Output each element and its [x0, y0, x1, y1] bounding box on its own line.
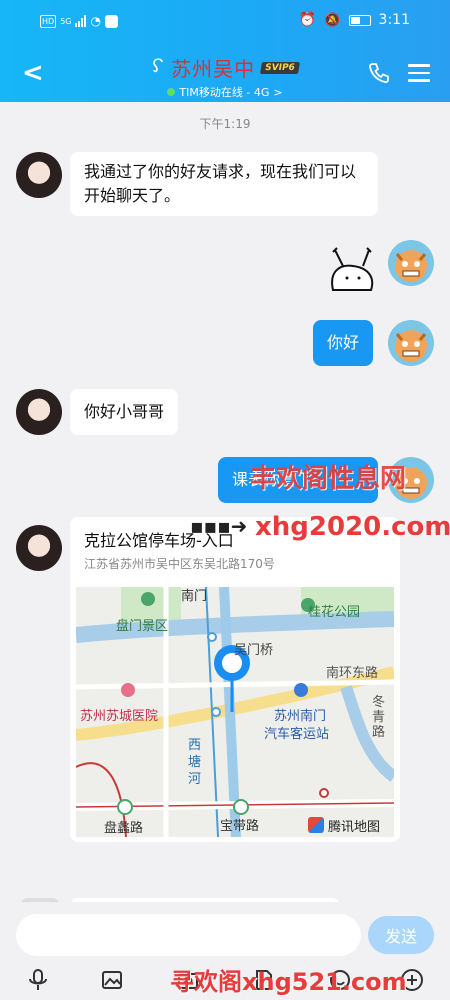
online-dot-icon	[167, 88, 176, 96]
watermark-top: 丰欢阁性息网	[250, 464, 407, 494]
my-avatar[interactable]	[388, 320, 434, 366]
svip-badge: SVIP6	[260, 61, 300, 74]
status-bar: HD 5G ◔ ⏰ 🔕 3:11	[0, 0, 450, 44]
contact-name: 苏州吴中	[171, 57, 256, 81]
map-label: 汽车客运站	[264, 727, 330, 742]
watermark-url: xhg2020.com	[255, 512, 450, 542]
input-bar: 发送 寻欢阁xhg521.com	[0, 902, 450, 1000]
map-label: 苏州南门	[274, 709, 327, 724]
map-label: 盘蠡路	[104, 821, 144, 836]
map-label: 冬青路	[372, 695, 386, 740]
online-status-text: TIM移动在线 - 4G	[179, 86, 270, 99]
message-timestamp: 下午1:19	[199, 117, 251, 131]
sticker-message[interactable]	[325, 242, 380, 297]
blob-sticker-icon	[331, 247, 374, 291]
location-card[interactable]: 克拉公馆停车场-入口 江苏省苏州市吴中区东吴北路170号 南门 盘门景区 桂花公…	[70, 517, 400, 842]
network-type: HD	[40, 14, 57, 28]
top-bar: HD 5G ◔ ⏰ 🔕 3:11 < 苏州吴中 SVIP6 TIM移动在线 - …	[0, 0, 450, 102]
microphone-icon[interactable]	[26, 968, 50, 992]
menu-icon[interactable]	[408, 64, 430, 87]
map-label: 苏州苏城医院	[80, 709, 159, 724]
map-label: 宝带路	[220, 819, 260, 834]
chevron-right-icon: >	[273, 85, 283, 99]
signal-icon	[75, 15, 87, 27]
chat-area[interactable]: 下午1:19 我通过了你的好友请求，现在我们可以开始聊天了。 你好 你好小哥哥 …	[0, 102, 450, 902]
image-icon[interactable]	[100, 968, 124, 992]
phone-icon[interactable]	[368, 62, 390, 88]
map-label: 西塘河	[188, 738, 202, 787]
my-avatar[interactable]	[388, 240, 434, 286]
weibo-icon	[104, 14, 118, 28]
message-input[interactable]	[16, 914, 361, 956]
ear-icon	[151, 56, 165, 79]
contact-avatar[interactable]	[16, 389, 62, 435]
wifi-icon: ◔	[90, 14, 101, 28]
alarm-icon: ⏰	[298, 12, 317, 28]
signal-label: 5G	[60, 16, 72, 26]
map-label: 吴门桥	[234, 643, 274, 658]
map-label: 南环东路	[326, 666, 379, 681]
location-map[interactable]: 南门 盘门景区 桂花公园 吴门桥 南环东路 苏州苏城医院 苏州南门 汽车客运站 …	[76, 587, 394, 837]
map-provider-label: 腾讯地图	[328, 820, 381, 835]
tencent-map-logo-icon	[308, 817, 324, 833]
location-address: 江苏省苏州市吴中区东吴北路170号	[84, 557, 275, 571]
contact-avatar[interactable]	[16, 525, 62, 571]
map-label: 桂花公园	[308, 605, 361, 620]
watermark-bottom: 寻欢阁xhg521.com	[170, 968, 407, 996]
send-button[interactable]: 发送	[368, 916, 434, 954]
arrow-icon: ▪▪▪➜	[190, 514, 248, 538]
contact-avatar[interactable]	[16, 152, 62, 198]
message-bubble[interactable]: 你好小哥哥	[70, 389, 179, 435]
status-time: 3:11	[378, 12, 410, 28]
chat-header: < 苏州吴中 SVIP6 TIM移动在线 - 4G >	[0, 50, 450, 100]
battery-icon	[348, 14, 371, 26]
map-label: 盘门景区	[116, 619, 169, 634]
message-bubble[interactable]: 我通过了你的好友请求，现在我们可以开始聊天了。	[70, 152, 378, 216]
mute-icon: 🔕	[324, 12, 341, 28]
message-bubble[interactable]: 你好	[313, 320, 374, 366]
map-label: 南门	[181, 589, 208, 604]
